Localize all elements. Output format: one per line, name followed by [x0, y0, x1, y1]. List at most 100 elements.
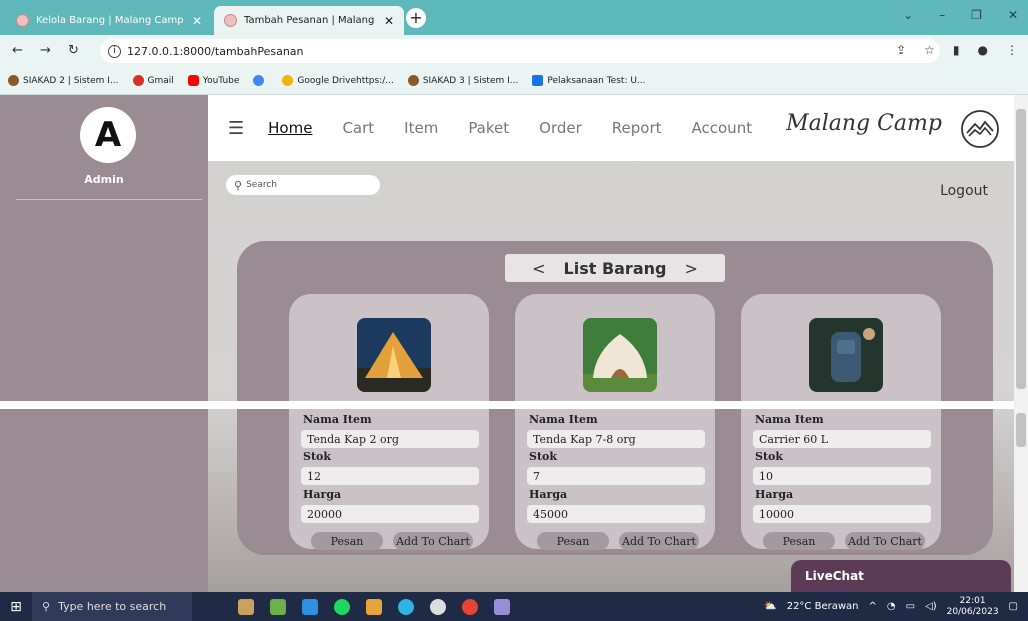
item-card: Nama Item Tenda Kap 2 org Stok 12 Harga …	[289, 409, 489, 550]
pesan-button[interactable]: Pesan	[311, 532, 383, 550]
nav-home[interactable]: Home	[268, 119, 312, 137]
bird-app-icon[interactable]	[238, 598, 254, 615]
close-icon[interactable]: ✕	[384, 14, 394, 28]
scrollbar-thumb[interactable]	[1016, 413, 1026, 447]
edge-icon[interactable]	[398, 598, 414, 615]
profile-icon[interactable]: ●	[978, 43, 988, 57]
stock-field[interactable]: 10	[753, 467, 931, 485]
forward-icon[interactable]: →	[40, 43, 51, 58]
new-tab-button[interactable]: +	[406, 8, 426, 28]
app-icon[interactable]	[430, 598, 446, 615]
chrome-icon[interactable]	[462, 598, 478, 615]
bookmark-siakad2[interactable]: SIAKAD 2 | Sistem I...	[8, 75, 119, 86]
back-icon[interactable]: ←	[12, 43, 23, 58]
item-card-top	[515, 294, 715, 401]
clock[interactable]: 22:01 20/06/2023	[947, 596, 999, 618]
add-to-chart-button[interactable]: Add To Chart	[619, 532, 699, 550]
name-label: Nama Item	[303, 413, 372, 426]
bookmark-pelaksanaan-test[interactable]: Pelaksanaan Test: U...	[532, 75, 646, 86]
leaf-app-icon[interactable]	[270, 598, 286, 615]
url-field[interactable]: i 127.0.0.1:8000/tambahPesanan	[100, 39, 940, 63]
prev-arrow-button[interactable]: <	[532, 259, 545, 278]
price-label: Harga	[303, 488, 342, 501]
name-field[interactable]: Carrier 60 L	[753, 430, 931, 448]
livechat-widget[interactable]: LiveChat	[791, 560, 1011, 592]
taskbar-apps	[238, 598, 510, 615]
add-to-chart-button[interactable]: Add To Chart	[393, 532, 473, 550]
battery-icon[interactable]: ▭	[906, 601, 915, 612]
stock-label: Stok	[755, 450, 783, 463]
stock-field[interactable]: 12	[301, 467, 479, 485]
price-field[interactable]: 20000	[301, 505, 479, 523]
pesan-button[interactable]: Pesan	[763, 532, 835, 550]
tab-label: Tambah Pesanan | Malang Camp	[244, 15, 378, 26]
volume-icon[interactable]: ◁)	[925, 601, 937, 612]
logout-link[interactable]: Logout	[940, 183, 988, 199]
admin-avatar[interactable]: A	[80, 107, 136, 163]
test-icon	[532, 75, 544, 86]
taskbar: ⊞ ⚲ Type here to search ⛅ 22°C Berawan ^…	[0, 592, 1028, 621]
minimize-icon[interactable]: –	[939, 8, 945, 22]
search-input[interactable]: ⚲ Search	[226, 175, 380, 195]
url-text: 127.0.0.1:8000/tambahPesanan	[127, 44, 304, 58]
reload-icon[interactable]: ↻	[68, 43, 79, 58]
windows-start-icon[interactable]: ⊞	[0, 599, 32, 615]
nav-item[interactable]: Item	[404, 119, 438, 137]
vscode-icon[interactable]	[302, 598, 318, 615]
system-tray: ⛅ 22°C Berawan ^ ◔ ▭ ◁) 22:01 20/06/2023…	[764, 592, 1018, 621]
share-icon[interactable]: ⇪	[896, 43, 906, 57]
close-icon[interactable]: ✕	[192, 14, 202, 28]
name-field[interactable]: Tenda Kap 2 org	[301, 430, 479, 448]
price-field[interactable]: 10000	[753, 505, 931, 523]
restore-icon[interactable]: ❐	[971, 8, 982, 22]
nav-paket[interactable]: Paket	[468, 119, 509, 137]
close-window-icon[interactable]: ✕	[1008, 8, 1018, 22]
app-icon[interactable]	[494, 598, 510, 615]
info-icon[interactable]: i	[108, 44, 121, 58]
item-card-top	[741, 294, 941, 401]
scrollbar-thumb[interactable]	[1016, 109, 1026, 389]
bookmark-gmail[interactable]: Gmail	[132, 75, 174, 86]
top-navigation: ☰ Home Cart Item Paket Order Report Acco…	[208, 95, 1014, 161]
menu-dots-icon[interactable]: ⋮	[1006, 43, 1018, 57]
bookmark-google-drive[interactable]: Google Drivehttps:/...	[282, 75, 394, 86]
nav-order[interactable]: Order	[539, 119, 582, 137]
nav-cart[interactable]: Cart	[342, 119, 374, 137]
tab-tambah-pesanan[interactable]: Tambah Pesanan | Malang Camp ✕	[214, 6, 404, 35]
add-to-chart-button[interactable]: Add To Chart	[845, 532, 925, 550]
clock-time: 22:01	[959, 595, 986, 606]
bookmark-unnamed[interactable]	[253, 75, 268, 86]
search-placeholder: Search	[246, 180, 277, 190]
tab-label: Kelola Barang | Malang Camp	[36, 15, 184, 26]
nav-account[interactable]: Account	[692, 119, 753, 137]
price-field[interactable]: 45000	[527, 505, 705, 523]
app-icon[interactable]	[366, 598, 382, 615]
youtube-icon	[187, 75, 199, 86]
hamburger-menu-icon[interactable]: ☰	[228, 118, 244, 139]
next-arrow-button[interactable]: >	[684, 259, 697, 278]
spotify-icon[interactable]	[334, 598, 350, 615]
app-logo-icon: A	[94, 115, 122, 155]
star-icon[interactable]: ☆	[924, 43, 935, 57]
item-card-top	[289, 294, 489, 401]
globe-icon	[253, 75, 265, 86]
sidepanel-icon[interactable]: ▮	[953, 43, 960, 57]
price-label: Harga	[529, 488, 568, 501]
nav-report[interactable]: Report	[612, 119, 662, 137]
favicon-icon	[16, 14, 29, 27]
stock-field[interactable]: 7	[527, 467, 705, 485]
notification-icon[interactable]: ▢	[1009, 601, 1018, 612]
network-icon[interactable]: ◔	[887, 601, 896, 612]
tab-kelola-barang[interactable]: Kelola Barang | Malang Camp ✕	[6, 6, 212, 35]
chevron-up-icon[interactable]: ^	[869, 601, 877, 612]
taskbar-search-input[interactable]: ⚲ Type here to search	[32, 592, 192, 621]
pesan-button[interactable]: Pesan	[537, 532, 609, 550]
name-field[interactable]: Tenda Kap 7-8 org	[527, 430, 705, 448]
favicon-icon	[224, 14, 237, 27]
address-bar-actions: ⇪ ☆ ▮ ● ⋮	[896, 43, 1018, 57]
bookmark-siakad3[interactable]: SIAKAD 3 | Sistem I...	[407, 75, 518, 86]
weather-text[interactable]: 22°C Berawan	[787, 601, 859, 612]
bookmark-youtube[interactable]: YouTube	[187, 75, 239, 86]
chevron-down-icon[interactable]: ⌄	[903, 8, 913, 22]
page-scrollbar[interactable]	[1014, 95, 1028, 592]
